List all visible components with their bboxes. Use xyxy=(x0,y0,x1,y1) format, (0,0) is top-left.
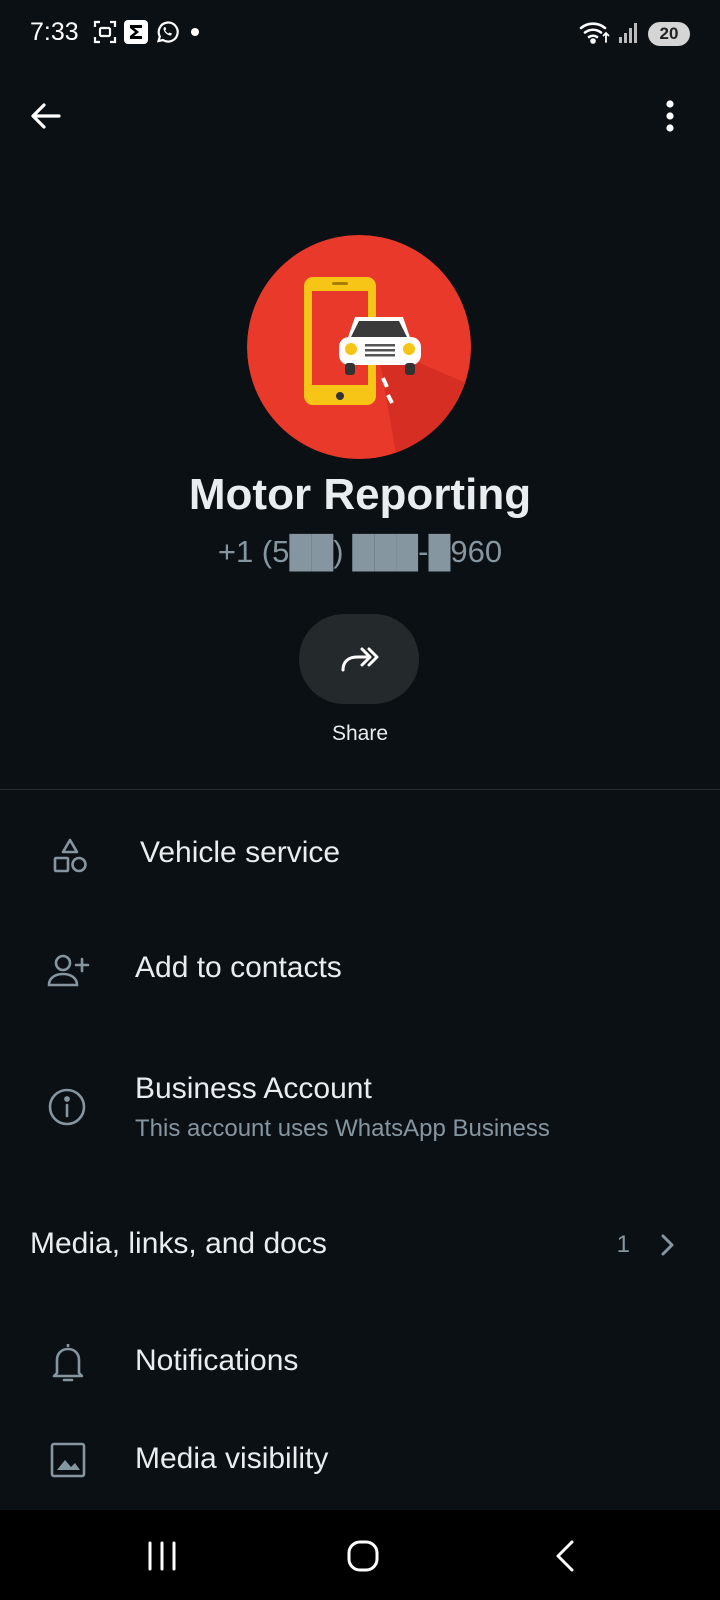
category-row: Vehicle service xyxy=(0,800,720,910)
recents-icon xyxy=(148,1541,176,1571)
chevron-right-icon xyxy=(652,1227,682,1263)
profile-name: Motor Reporting xyxy=(188,470,532,519)
screenshot-icon xyxy=(92,19,118,50)
section-divider xyxy=(0,789,720,790)
battery-indicator: 20 xyxy=(648,22,690,46)
share-label: Share xyxy=(331,722,389,745)
status-time: 7:33 xyxy=(30,18,79,46)
status-system-icons: 20 xyxy=(578,20,690,48)
profile-avatar[interactable] xyxy=(247,235,471,459)
business-account-label: Business Account xyxy=(135,1072,372,1105)
more-options-button[interactable] xyxy=(650,92,690,140)
media-links-docs-row[interactable]: Media, links, and docs 1 xyxy=(0,1195,720,1295)
status-notification-icons xyxy=(92,19,205,50)
back-nav-button[interactable] xyxy=(536,1528,596,1584)
media-visibility-label: Media visibility xyxy=(135,1442,329,1475)
image-icon xyxy=(48,1440,88,1480)
sigma-app-icon xyxy=(123,19,149,50)
info-icon xyxy=(47,1087,87,1127)
forward-arrow-icon xyxy=(341,647,379,672)
whatsapp-icon xyxy=(154,19,180,50)
home-icon xyxy=(347,1540,379,1572)
share-button[interactable] xyxy=(299,614,419,704)
notifications-label: Notifications xyxy=(135,1344,299,1377)
notifications-row[interactable]: Notifications xyxy=(0,1310,720,1410)
wifi-icon xyxy=(578,19,612,50)
back-icon xyxy=(556,1540,574,1572)
profile-phone: +1 (5██) ███-█960 xyxy=(217,534,503,569)
business-account-row[interactable]: Business Account This account uses Whats… xyxy=(0,1030,720,1160)
media-visibility-row[interactable]: Media visibility xyxy=(0,1415,720,1505)
category-label: Vehicle service xyxy=(140,836,341,869)
status-bar: 7:33 20 xyxy=(0,0,720,70)
media-count: 1 xyxy=(616,1231,630,1258)
media-links-docs-label: Media, links, and docs xyxy=(30,1227,327,1260)
more-vertical-icon xyxy=(666,100,674,132)
bell-icon xyxy=(48,1340,88,1384)
add-to-contacts-row[interactable]: Add to contacts xyxy=(0,915,720,1025)
back-button[interactable] xyxy=(22,92,70,140)
add-to-contacts-label: Add to contacts xyxy=(135,951,342,984)
arrow-left-icon xyxy=(31,103,61,129)
home-button[interactable] xyxy=(333,1528,393,1584)
recents-button[interactable] xyxy=(132,1528,192,1584)
person-add-icon xyxy=(46,951,90,991)
system-navigation-bar xyxy=(0,1510,720,1600)
category-shapes-icon xyxy=(50,836,90,876)
phone-car-logo xyxy=(247,235,471,459)
dot-icon xyxy=(185,19,205,50)
signal-icon xyxy=(618,19,642,50)
business-account-description: This account uses WhatsApp Business xyxy=(135,1115,550,1142)
